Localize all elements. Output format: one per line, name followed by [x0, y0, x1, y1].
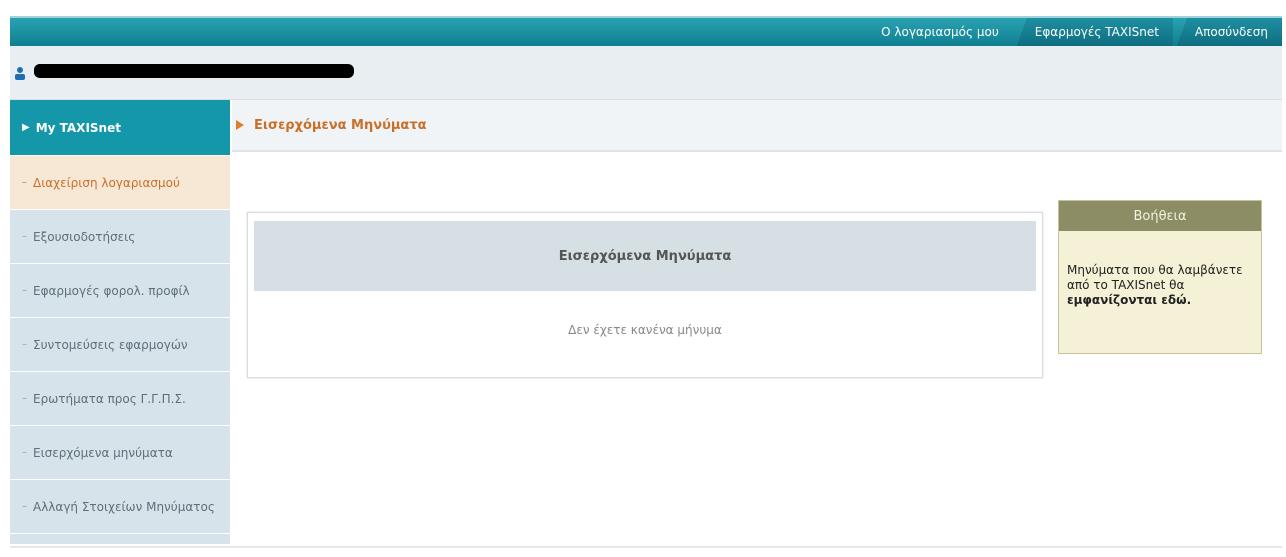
top-nav: Ο λογαριασμός μου Εφαρμογές TAXISnet Απο…	[859, 18, 1282, 46]
sidebar-item-my-taxisnet[interactable]: ▶ My TAXISnet	[10, 100, 230, 156]
messages-panel: Εισερχόμενα Μηνύματα Δεν έχετε κανένα μή…	[247, 212, 1043, 378]
sidebar-item-label: Εισερχόμενα μηνύματα	[33, 445, 173, 460]
top-bar: Ο λογαριασμός μου Εφαρμογές TAXISnet Απο…	[10, 16, 1282, 46]
sidebar-item-label: Αλλαγή Στοιχείων Μηνύματος	[33, 499, 215, 514]
sidebar-item-label: Ερωτήματα προς Γ.Γ.Π.Σ.	[33, 391, 186, 406]
sidebar-item-change-message-settings[interactable]: – Αλλαγή Στοιχείων Μηνύματος	[10, 480, 230, 534]
sidebar-item-label: Εφαρμογές φορολ. προφίλ	[33, 283, 190, 298]
dash-icon: –	[22, 177, 27, 188]
sidebar-item-questions[interactable]: – Ερωτήματα προς Γ.Γ.Π.Σ.	[10, 372, 230, 426]
help-text: Μηνύματα που θα λαμβάνετε από το TAXISne…	[1059, 231, 1261, 308]
sidebar-item-label: Διαχείριση λογαριασμού	[33, 175, 180, 190]
user-name-redacted: ████████████████████████████████	[34, 64, 354, 78]
arrow-right-icon	[236, 120, 244, 130]
sidebar-item-tax-profile-apps[interactable]: – Εφαρμογές φορολ. προφίλ	[10, 264, 230, 318]
content-header: Εισερχόμενα Μηνύματα	[232, 100, 1282, 152]
help-title: Βοήθεια	[1059, 201, 1261, 231]
chevron-right-icon: ▶	[22, 122, 30, 133]
sidebar-item-label: Συντομεύσεις εφαρμογών	[33, 337, 188, 352]
logout-tab[interactable]: Αποσύνδεση	[1176, 18, 1282, 46]
help-box: Βοήθεια Μηνύματα που θα λαμβάνετε από το…	[1058, 200, 1262, 354]
dash-icon: –	[22, 285, 27, 296]
sidebar-item-app-shortcuts[interactable]: – Συντομεύσεις εφαρμογών	[10, 318, 230, 372]
dash-icon: –	[22, 447, 27, 458]
dash-icon: –	[22, 501, 27, 512]
user-icon	[15, 67, 25, 80]
my-account-tab[interactable]: Ο λογαριασμός μου	[863, 18, 1013, 46]
user-bar: ████████████████████████████████	[10, 46, 1282, 100]
dash-icon: –	[22, 393, 27, 404]
sidebar-item-account-management[interactable]: – Διαχείριση λογαριασμού	[10, 156, 230, 210]
sidebar: ▶ My TAXISnet – Διαχείριση λογαριασμού –…	[10, 100, 230, 544]
dash-icon: –	[22, 231, 27, 242]
footer-divider	[10, 546, 1282, 548]
empty-message: Δεν έχετε κανένα μήνυμα	[568, 323, 722, 337]
sidebar-item-label: My TAXISnet	[35, 120, 121, 135]
dash-icon: –	[22, 339, 27, 350]
sidebar-item-inbox[interactable]: – Εισερχόμενα μηνύματα	[10, 426, 230, 480]
taxisnet-apps-tab[interactable]: Εφαρμογές TAXISnet	[1016, 18, 1173, 46]
sidebar-item-label: Εξουσιοδοτήσεις	[33, 229, 136, 244]
page-title: Εισερχόμενα Μηνύματα	[254, 117, 427, 133]
help-text-part1: Μηνύματα που θα λαμβάνετε από το TAXISne…	[1067, 263, 1243, 292]
sidebar-item-authorizations[interactable]: – Εξουσιοδοτήσεις	[10, 210, 230, 264]
help-text-part2: εμφανίζονται εδώ.	[1067, 293, 1192, 307]
panel-title: Εισερχόμενα Μηνύματα	[254, 221, 1036, 291]
